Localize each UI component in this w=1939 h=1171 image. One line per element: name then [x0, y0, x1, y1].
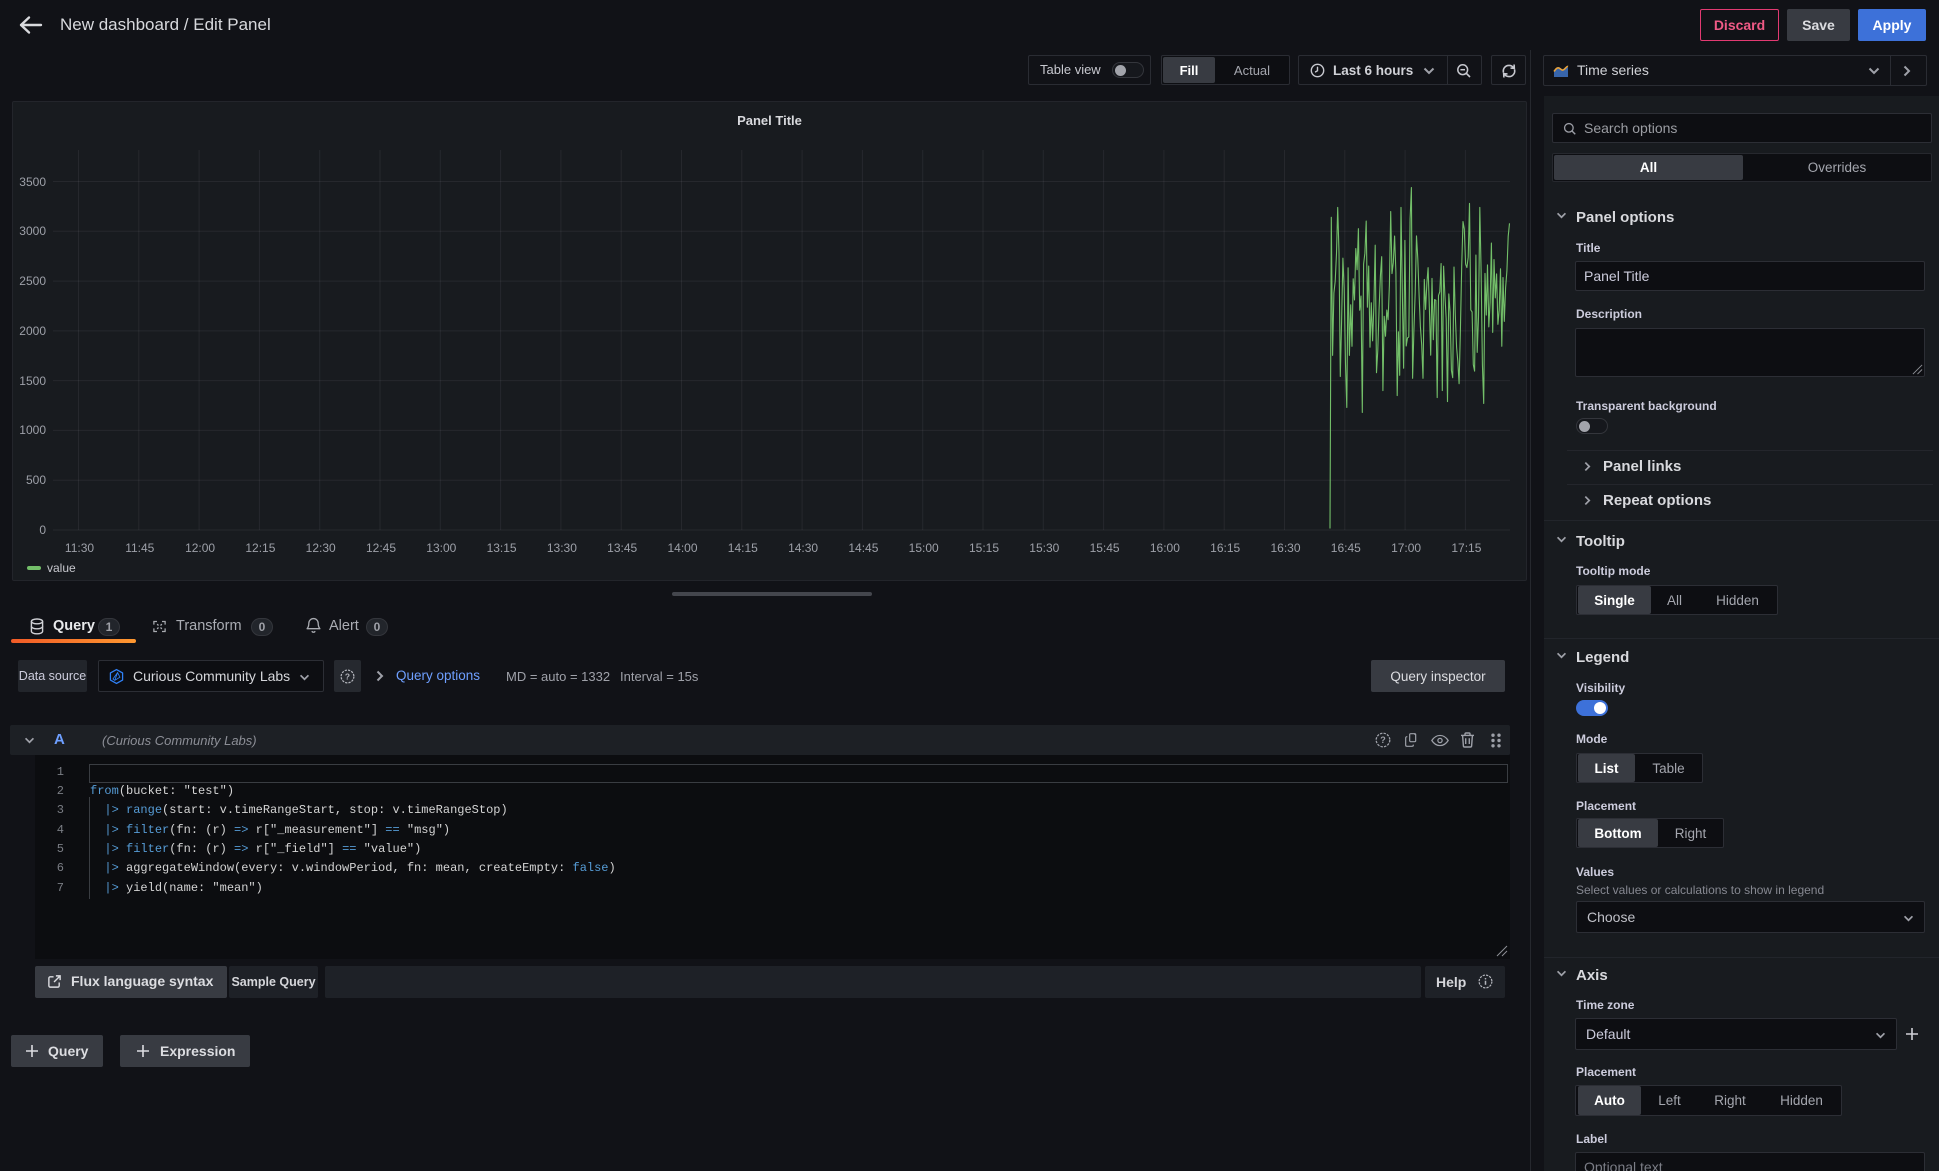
svg-text:?: ?: [345, 672, 350, 682]
svg-text:?: ?: [1380, 735, 1386, 745]
